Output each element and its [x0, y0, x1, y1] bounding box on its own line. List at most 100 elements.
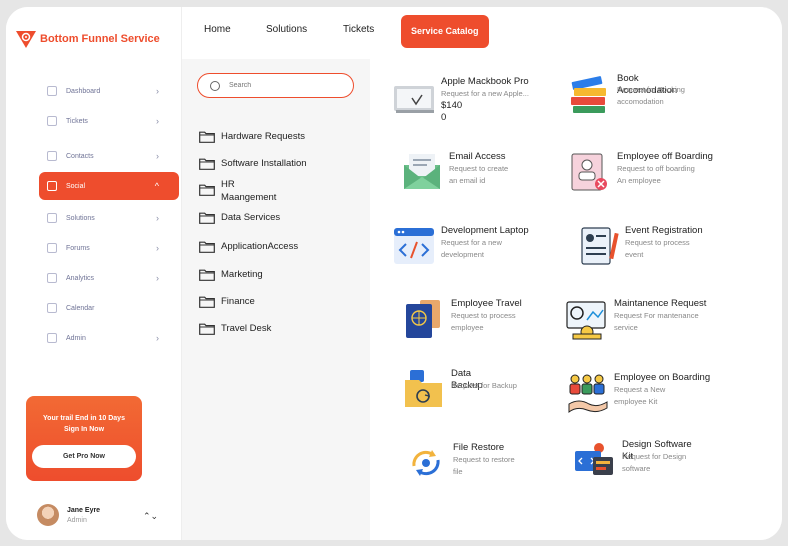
- user-name: Jane Eyre: [67, 506, 101, 514]
- service-card[interactable]: Employee on Boarding Request a New emplo…: [565, 372, 710, 414]
- service-card[interactable]: Employee off Boarding Request to off boa…: [568, 151, 713, 193]
- ticket-icon: [47, 116, 57, 126]
- chevron-right-icon: ›: [156, 243, 159, 253]
- category-item[interactable]: Marketing: [199, 269, 263, 281]
- app-window: Bottom Funnel Service Dashboard › Ticket…: [6, 7, 782, 540]
- sidebar-item-social[interactable]: Social ^: [39, 172, 179, 200]
- category-label: Travel Desk: [221, 323, 272, 334]
- service-description: Request to process event: [625, 238, 690, 259]
- logo-icon: [16, 31, 36, 48]
- tab-service-catalog[interactable]: Service Catalog: [401, 15, 489, 48]
- service-card[interactable]: Data Backup Request for Backup: [402, 368, 517, 410]
- dashboard-icon: [47, 86, 57, 96]
- category-item[interactable]: HR Maangement: [199, 178, 276, 204]
- calendar-icon: [47, 303, 57, 313]
- tab-solutions[interactable]: Solutions: [266, 24, 307, 35]
- chevron-right-icon: ›: [156, 151, 159, 161]
- chevron-right-icon: ›: [156, 273, 159, 283]
- service-card[interactable]: Maintanence Request Request For mantenan…: [565, 298, 706, 340]
- sidebar-item-calendar[interactable]: Calendar: [39, 294, 179, 322]
- category-item[interactable]: Finance: [199, 296, 255, 308]
- category-label: Software Installation: [221, 158, 307, 169]
- email-icon: [404, 154, 440, 189]
- user-profile[interactable]: Jane Eyre Admin ⌃⌄: [37, 504, 158, 526]
- folder-icon: [199, 184, 215, 196]
- avatar: [37, 504, 59, 526]
- chevron-right-icon: ›: [156, 86, 159, 96]
- sidebar-item-contacts[interactable]: Contacts ›: [39, 142, 179, 170]
- tab-tickets[interactable]: Tickets: [343, 24, 374, 35]
- sidebar-item-label: Solutions: [66, 214, 95, 222]
- service-card[interactable]: Apple Mackbook Pro Request for a new App…: [392, 76, 529, 124]
- passport-icon: [406, 300, 440, 338]
- category-item[interactable]: ApplicationAccess: [199, 241, 298, 253]
- sidebar: Bottom Funnel Service Dashboard › Ticket…: [6, 7, 182, 540]
- service-card[interactable]: Event Registration Request to process ev…: [576, 225, 703, 267]
- service-title: Email Access: [449, 151, 506, 162]
- category-item[interactable]: Software Installation: [199, 158, 307, 170]
- category-label: ApplicationAccess: [221, 241, 299, 252]
- user-role: Admin: [67, 516, 87, 524]
- code-window-icon: [394, 228, 434, 264]
- service-card[interactable]: File Restore Request to restore file: [404, 442, 515, 484]
- folder-icon: [199, 158, 215, 170]
- contacts-icon: [47, 151, 57, 161]
- top-nav: Home Solutions Tickets Service Catalog: [182, 7, 782, 59]
- service-description: Request a New employee Kit: [614, 385, 666, 406]
- folder-icon: [199, 323, 215, 335]
- folder-icon: [199, 212, 215, 224]
- service-card[interactable]: Design Software Kit Request for Design s…: [573, 439, 692, 481]
- design-kit-icon: [575, 443, 613, 475]
- sidebar-item-label: Analytics: [66, 274, 95, 282]
- offboarding-icon: [571, 153, 607, 191]
- category-item[interactable]: Travel Desk: [199, 323, 271, 335]
- trial-promo-card: Your trail End in 10 Days Sign In Now Ge…: [26, 396, 142, 481]
- service-title: Apple Mackbook Pro: [441, 76, 529, 87]
- chevron-up-icon: ^: [154, 181, 159, 191]
- service-card[interactable]: Email Access Request to create an email …: [400, 151, 508, 193]
- service-description: Request to process employee: [451, 311, 516, 332]
- service-description: Request for a new Apple...: [441, 89, 529, 98]
- category-item[interactable]: Hardware Requests: [199, 131, 305, 143]
- service-description: Request for Design software: [622, 452, 687, 473]
- service-description: Request For mantenance service: [614, 311, 699, 332]
- service-card[interactable]: Employee Travel Request to process emplo…: [402, 298, 522, 340]
- category-label: Data Services: [221, 212, 281, 223]
- service-catalog-grid: Apple Mackbook Pro Request for a new App…: [370, 59, 782, 540]
- service-card[interactable]: Book Accomodation Request for Booking ac…: [568, 73, 685, 115]
- sidebar-item-dashboard[interactable]: Dashboard ›: [39, 77, 179, 105]
- sidebar-item-label: Forums: [66, 244, 90, 252]
- sidebar-item-solutions[interactable]: Solutions ›: [39, 204, 179, 232]
- category-label: Hardware Requests: [221, 131, 305, 142]
- service-title: Employee on Boarding: [614, 372, 711, 383]
- brand-name: Bottom Funnel Service: [40, 33, 160, 45]
- service-description: Request to off boarding An employee: [617, 164, 695, 185]
- forums-icon: [47, 243, 57, 253]
- laptop-icon: [394, 86, 434, 113]
- service-title: Employee off Boarding: [617, 151, 713, 162]
- brand-logo[interactable]: Bottom Funnel Service: [16, 29, 160, 49]
- folder-icon: [199, 296, 215, 308]
- expand-toggle-icon[interactable]: ⌃⌄: [143, 511, 158, 522]
- search-box[interactable]: [197, 73, 354, 98]
- promo-line-2: Sign In Now: [63, 426, 105, 433]
- tab-home[interactable]: Home: [204, 24, 231, 35]
- sidebar-item-admin[interactable]: Admin ›: [39, 324, 179, 352]
- books-icon: [571, 76, 606, 113]
- search-input[interactable]: [229, 82, 339, 89]
- get-pro-button[interactable]: Get Pro Now: [32, 445, 136, 468]
- category-label: Marketing: [221, 269, 263, 280]
- admin-icon: [47, 333, 57, 343]
- service-card[interactable]: Development Laptop Request for a new dev…: [392, 225, 529, 267]
- service-title: Development Laptop: [441, 225, 529, 236]
- search-icon: [210, 80, 220, 91]
- restore-icon: [412, 450, 440, 476]
- service-description: Request for a new development: [441, 238, 502, 259]
- sidebar-item-tickets[interactable]: Tickets ›: [39, 107, 179, 135]
- category-item[interactable]: Data Services: [199, 212, 280, 224]
- registration-icon: [581, 227, 619, 265]
- social-icon: [47, 181, 57, 191]
- sidebar-item-forums[interactable]: Forums ›: [39, 234, 179, 262]
- sidebar-item-analytics[interactable]: Analytics ›: [39, 264, 179, 292]
- backup-folder-icon: [405, 370, 442, 407]
